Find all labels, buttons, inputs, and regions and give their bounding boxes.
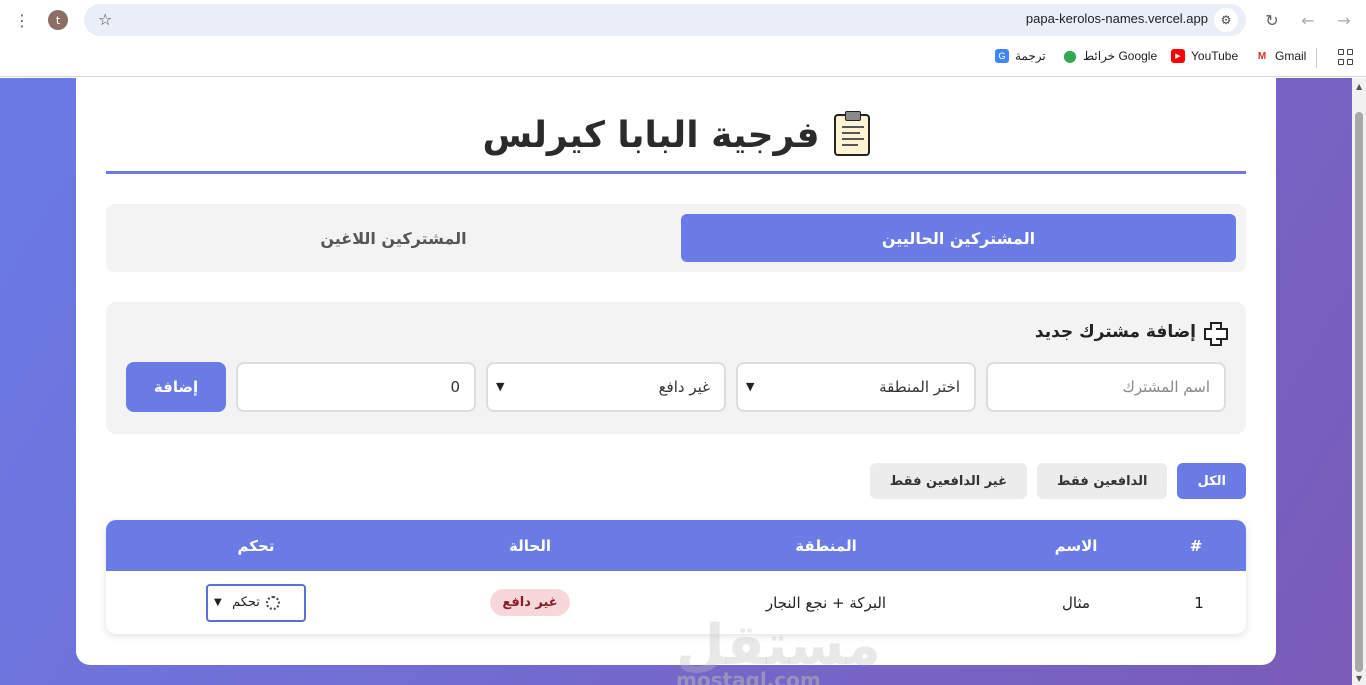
amount-input-value[interactable]: 0 <box>450 378 460 396</box>
name-field[interactable] <box>986 362 1226 412</box>
bookmarks-separator <box>1316 48 1317 68</box>
page-title: فرجية البابا كيرلس <box>482 111 870 156</box>
header-control: تحكم <box>237 536 275 555</box>
plus-icon <box>1204 322 1228 346</box>
control-dropdown[interactable]: تحكم ▼ <box>206 583 306 622</box>
filter-all-button[interactable]: الكل <box>1177 463 1246 499</box>
url-text[interactable]: papa-kerolos-names.vercel.app <box>1026 11 1208 26</box>
bookmark-label: Gmail <box>1275 49 1307 63</box>
youtube-icon: ▶ <box>1171 49 1185 63</box>
row-status-cell: غير دافع <box>380 571 680 634</box>
title-text: فرجية البابا كيرلس <box>482 114 820 156</box>
reload-icon[interactable]: ↻ <box>1260 8 1284 32</box>
filter-paid-button[interactable]: الدافعين فقط <box>1037 463 1168 499</box>
scroll-down-icon[interactable]: ▼ <box>1356 674 1362 683</box>
bookmark-gmail[interactable]: M Gmail <box>1255 49 1307 63</box>
tab-cancelled-subscribers[interactable]: المشتركين اللاغين <box>116 214 671 262</box>
name-input[interactable] <box>1002 378 1210 396</box>
bookmark-star-icon[interactable]: ☆ <box>98 10 112 29</box>
bookmark-maps[interactable]: ⬤ خرائط Google <box>1063 49 1157 63</box>
clipboard-icon <box>833 111 870 156</box>
chevron-down-icon: ▼ <box>214 596 222 608</box>
scrollbar-thumb[interactable] <box>1355 112 1363 672</box>
subscriber-tabs: المشتركين الحاليين المشتركين اللاغين <box>106 204 1246 272</box>
gmail-icon: M <box>1257 50 1267 62</box>
control-dropdown-label: تحكم <box>232 595 260 610</box>
row-name: مثال <box>1061 593 1091 612</box>
status-badge: غير دافع <box>490 589 570 616</box>
bookmarks-bar: M Gmail ▶ YouTube ⬤ خرائط Google G ترجمة <box>0 40 1366 77</box>
translate-icon: G <box>995 49 1009 63</box>
status-select-value: غير دافع <box>658 378 710 396</box>
header-name: الاسم <box>1054 536 1098 555</box>
add-form-title-text: إضافة مشترك جديد <box>1034 322 1196 342</box>
browser-toolbar: ⋮ t ☆ papa-kerolos-names.vercel.app ⚙ ↻ … <box>0 0 1366 40</box>
add-form-title: إضافة مشترك جديد <box>1034 322 1228 346</box>
address-bar[interactable]: ☆ papa-kerolos-names.vercel.app ⚙ <box>84 4 1246 36</box>
maps-icon: ⬤ <box>1063 49 1077 63</box>
amount-field[interactable]: 0 <box>236 362 476 412</box>
menu-kebab-icon[interactable]: ⋮ <box>10 8 34 32</box>
region-select[interactable]: اختر المنطقة ▼ <box>736 362 976 412</box>
bookmark-translate[interactable]: G ترجمة <box>995 49 1046 63</box>
profile-avatar[interactable]: t <box>48 10 68 30</box>
status-select[interactable]: غير دافع ▼ <box>486 362 726 412</box>
site-settings-icon[interactable]: ⚙ <box>1214 8 1238 32</box>
filter-unpaid-button[interactable]: غير الدافعين فقط <box>869 463 1027 499</box>
bookmark-youtube[interactable]: ▶ YouTube <box>1171 49 1238 63</box>
watermark-arabic: مستقل <box>676 613 881 678</box>
scroll-up-icon[interactable]: ▲ <box>1356 82 1362 91</box>
watermark: مستقل mostaql.com <box>676 613 881 685</box>
page-header: فرجية البابا كيرلس <box>106 111 1246 174</box>
row-control-cell: تحكم ▼ <box>106 571 406 634</box>
page-scrollbar[interactable]: ▲ ▼ <box>1352 78 1366 685</box>
apps-grid-icon[interactable] <box>1338 49 1354 65</box>
forward-icon[interactable]: → <box>1332 8 1356 32</box>
tab-current-subscribers[interactable]: المشتركين الحاليين <box>681 214 1236 262</box>
region-select-value: اختر المنطقة <box>879 378 960 396</box>
chevron-down-icon: ▼ <box>496 380 505 393</box>
bookmark-label: YouTube <box>1191 49 1239 63</box>
header-status: الحالة <box>509 536 551 555</box>
back-icon[interactable]: ← <box>1296 8 1320 32</box>
gear-icon <box>265 595 280 610</box>
filter-buttons: الكل الدافعين فقط غير الدافعين فقط <box>869 463 1246 501</box>
chevron-down-icon: ▼ <box>746 380 755 393</box>
main-card: فرجية البابا كيرلس المشتركين الحاليين ال… <box>76 78 1276 685</box>
header-region: المنطقة <box>795 536 857 555</box>
add-subscriber-form: إضافة مشترك جديد اختر المنطقة ▼ غير دافع… <box>106 302 1246 434</box>
bookmark-label: خرائط Google <box>1083 49 1158 63</box>
table-header: # الاسم المنطقة الحالة تحكم <box>106 520 1246 571</box>
page-background: فرجية البابا كيرلس المشتركين الحاليين ال… <box>0 78 1352 685</box>
bookmark-label: ترجمة <box>1015 49 1046 63</box>
add-button[interactable]: إضافة <box>126 362 226 412</box>
